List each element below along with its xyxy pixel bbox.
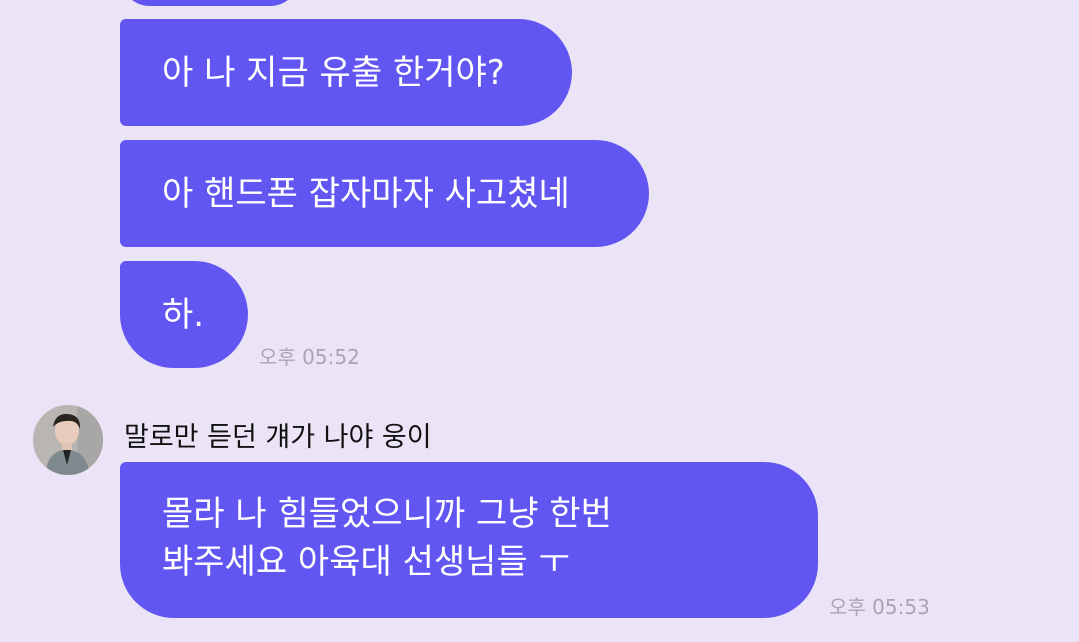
message-text: 아 나 지금 유출 한거야? bbox=[162, 52, 505, 93]
message-line-1: 몰라 나 힘들었으니까 그냥 한번 bbox=[162, 494, 612, 534]
profile-photo-icon bbox=[33, 405, 103, 475]
message-bubble-2[interactable]: 아 핸드폰 잡자마자 사고쳤네 bbox=[120, 140, 649, 247]
message-bubble-partial[interactable] bbox=[120, 0, 300, 6]
avatar[interactable] bbox=[33, 405, 103, 475]
message-bubble-3[interactable]: 하. bbox=[120, 261, 248, 368]
message-bubble-reply[interactable]: 몰라 나 힘들었으니까 그냥 한번 봐주세요 아육대 선생님들 ㅜ bbox=[120, 462, 818, 618]
message-text: 아 핸드폰 잡자마자 사고쳤네 bbox=[162, 173, 570, 214]
sender-name: 말로만 듣던 걔가 나야 웅이 bbox=[124, 422, 432, 453]
reply-timestamp: 오후 05:53 bbox=[829, 595, 930, 619]
message-timestamp: 오후 05:52 bbox=[259, 345, 360, 369]
message-line-2: 봐주세요 아육대 선생님들 ㅜ bbox=[162, 542, 570, 582]
message-bubble-1[interactable]: 아 나 지금 유출 한거야? bbox=[120, 19, 572, 126]
chat-view: 아 나 지금 유출 한거야? 아 핸드폰 잡자마자 사고쳤네 하. 오후 05:… bbox=[0, 0, 1079, 642]
message-text: 하. bbox=[162, 294, 205, 335]
